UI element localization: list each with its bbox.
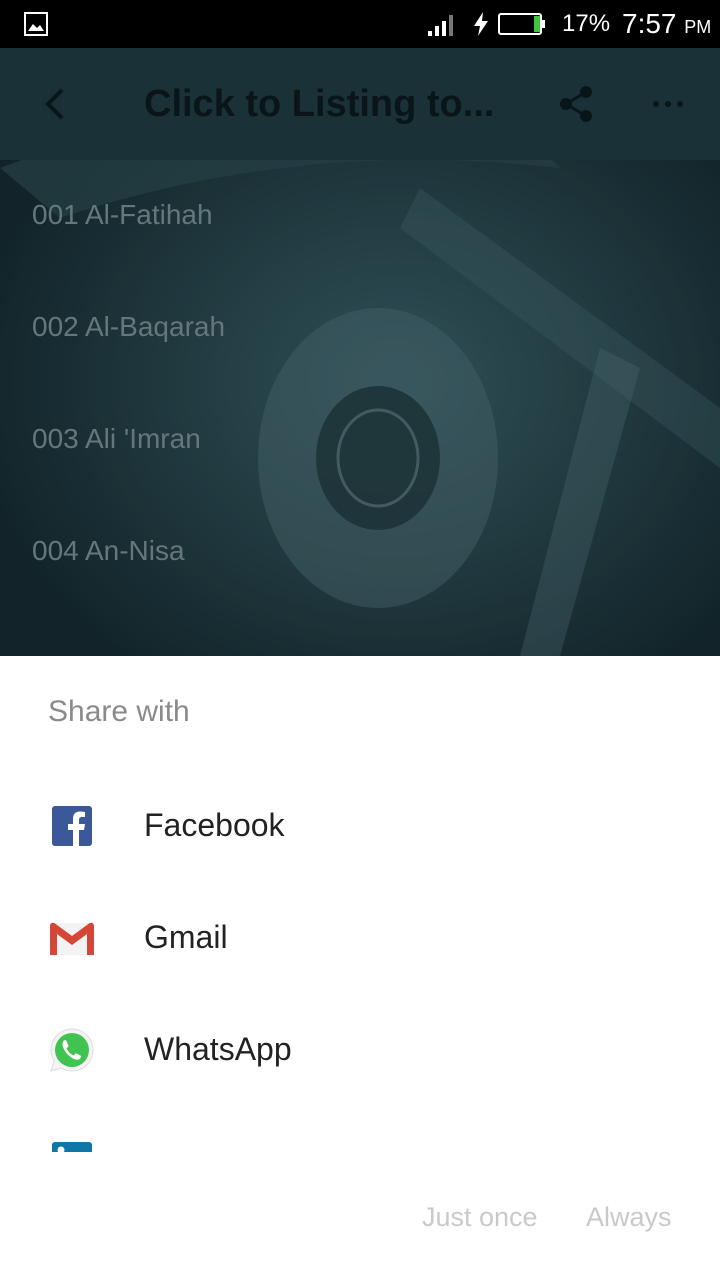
dim-overlay[interactable] (0, 48, 720, 656)
charging-icon (474, 12, 488, 36)
gallery-notification-icon (24, 12, 48, 36)
signal-icon (428, 15, 453, 36)
share-app-list: Facebook Gmail WhatsApp (0, 756, 720, 1152)
clock-ampm: PM (684, 17, 712, 37)
clock-time: 7:57 (622, 8, 677, 39)
share-option-label: WhatsApp (144, 1031, 292, 1067)
always-button[interactable]: Always (586, 1200, 672, 1234)
just-once-button[interactable]: Just once (422, 1200, 538, 1234)
share-sheet-actions: Just once Always (0, 1186, 720, 1250)
share-sheet: Share with Facebook Gmail WhatsApp Just … (0, 656, 720, 1280)
status-bar: 17% 7:57 PM (0, 0, 720, 48)
share-option-label: Gmail (144, 919, 228, 955)
share-option-facebook[interactable]: Facebook (0, 768, 720, 880)
clock: 7:57 PM (622, 8, 711, 43)
whatsapp-icon (50, 1028, 94, 1072)
share-sheet-title: Share with (48, 695, 190, 728)
linkedin-icon (52, 1142, 92, 1152)
share-option-label: Facebook (144, 807, 285, 843)
facebook-icon (52, 806, 92, 846)
share-option-gmail[interactable]: Gmail (0, 880, 720, 992)
gmail-icon (50, 922, 94, 955)
battery-icon (498, 13, 545, 35)
share-option-whatsapp[interactable]: WhatsApp (0, 992, 720, 1104)
battery-percent: 17% (562, 10, 611, 37)
share-option-linkedin[interactable] (0, 1104, 720, 1152)
app-content: Click to Listing to... 001 Al-Fatihah 00… (0, 48, 720, 656)
